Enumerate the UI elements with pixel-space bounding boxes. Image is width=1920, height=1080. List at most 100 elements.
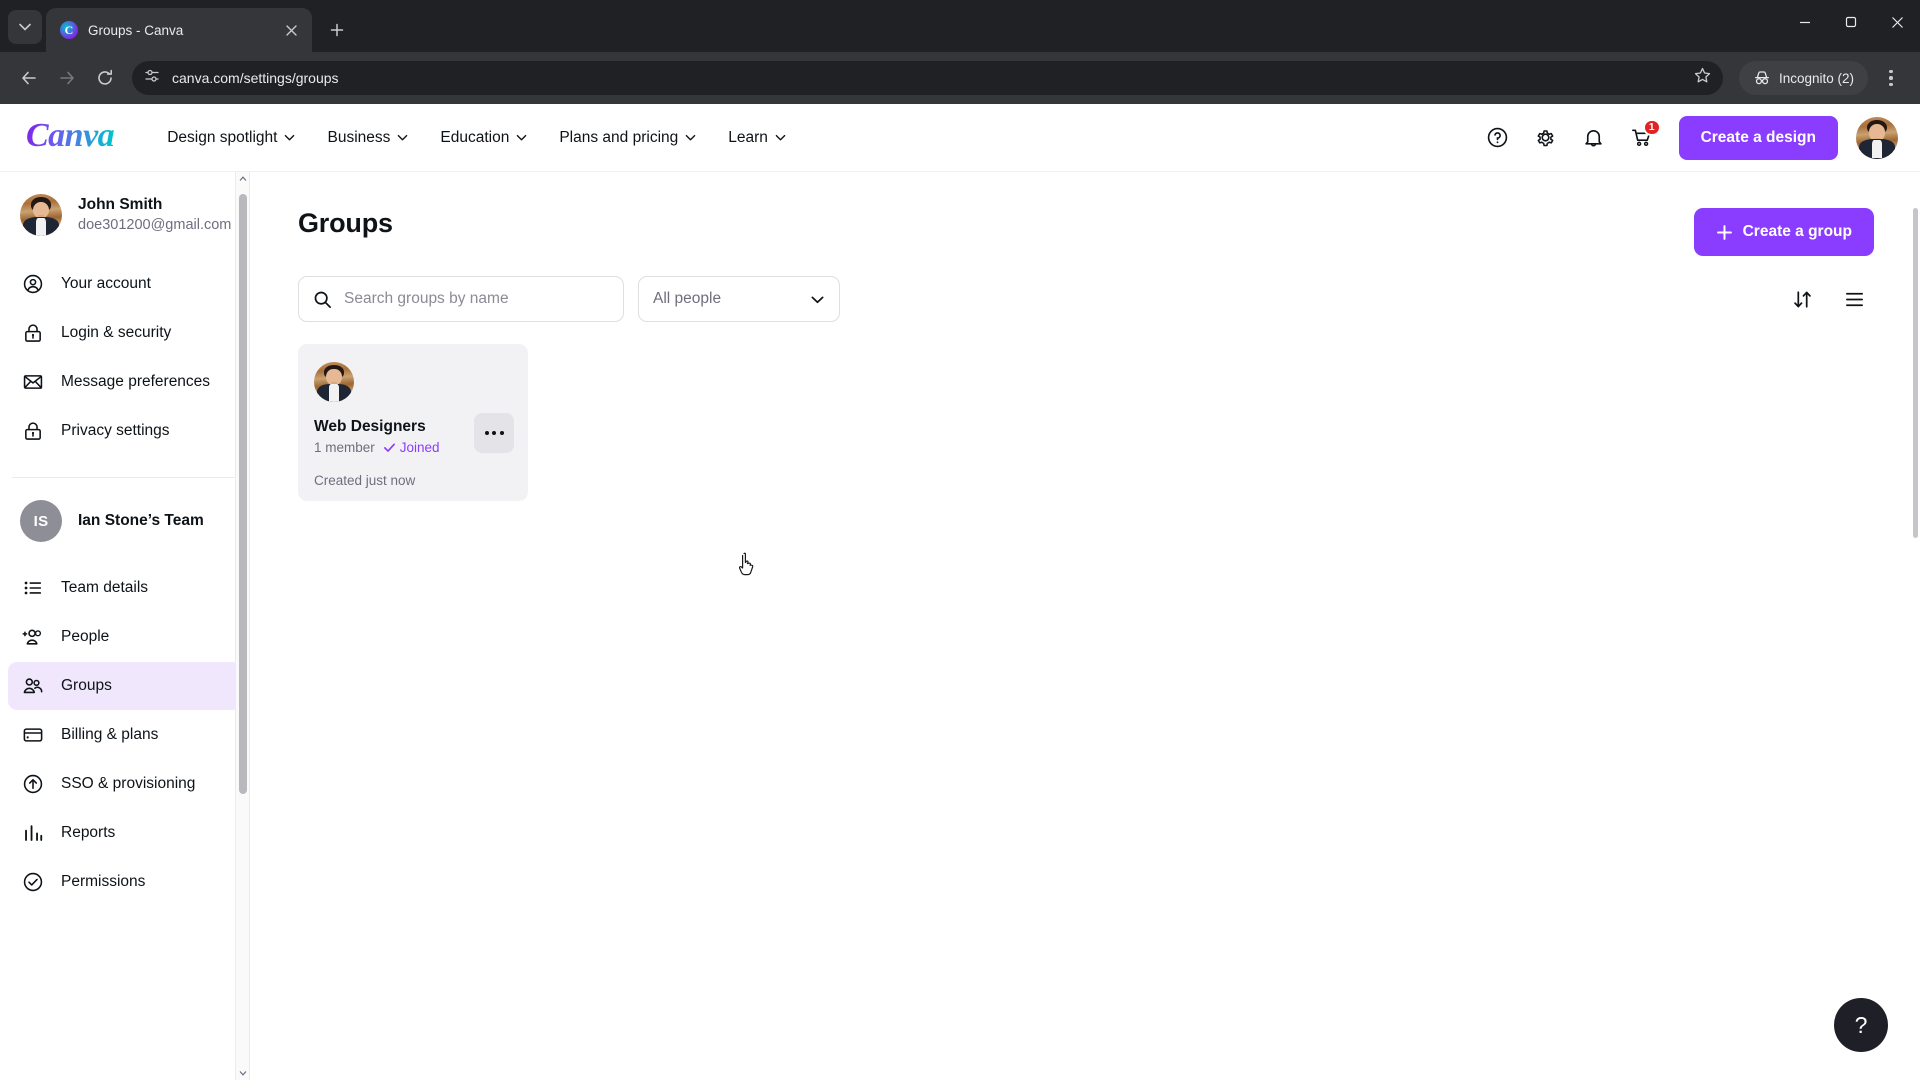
nav-item-learn[interactable]: Learn <box>715 120 799 156</box>
bookmark-button[interactable] <box>1694 67 1711 89</box>
create-a-design-button[interactable]: Create a design <box>1678 115 1838 160</box>
dot <box>492 431 496 435</box>
team-name: Ian Stone’s Team <box>78 512 204 529</box>
sidebar-item-reports[interactable]: Reports <box>8 809 241 857</box>
list-icon <box>24 581 42 595</box>
forward-button[interactable] <box>50 61 84 95</box>
dot <box>484 431 489 435</box>
group-more-options-button[interactable] <box>474 413 514 453</box>
groups-icon <box>23 678 43 694</box>
incognito-label: Incognito (2) <box>1778 70 1854 86</box>
avatar-photo <box>20 194 62 236</box>
help-button[interactable] <box>1477 117 1519 159</box>
sidebar-item-label: Permissions <box>61 873 146 890</box>
address-bar[interactable]: canva.com/settings/groups <box>132 61 1723 95</box>
canva-logo[interactable]: Canva <box>26 117 115 159</box>
sort-button[interactable] <box>1782 279 1822 319</box>
sidebar-team-header[interactable]: IS Ian Stone’s Team <box>0 500 249 542</box>
sort-icon <box>1793 290 1811 308</box>
main-header: Groups Create a group <box>298 208 1874 256</box>
sidebar-item-sso-and-provisioning[interactable]: SSO & provisioning <box>8 760 241 808</box>
bar-chart-icon <box>25 825 43 841</box>
header-actions: 1 Create a design <box>1477 115 1898 160</box>
personal-settings-list: Your account Login & security Message pr… <box>0 260 249 455</box>
search-groups-box[interactable] <box>298 276 624 322</box>
close-icon <box>1891 16 1903 28</box>
cart-button[interactable]: 1 <box>1621 117 1663 159</box>
team-avatar: IS <box>20 500 62 542</box>
close-icon <box>285 24 297 36</box>
sidebar-item-permissions[interactable]: Permissions <box>8 858 241 906</box>
sidebar-item-billing-and-plans[interactable]: Billing & plans <box>8 711 241 759</box>
tab-title: Groups - Canva <box>88 22 184 38</box>
user-avatar[interactable] <box>1856 116 1898 159</box>
create-a-group-button[interactable]: Create a group <box>1693 208 1874 256</box>
sidebar-scroll-thumb[interactable] <box>239 194 247 794</box>
url-text: canva.com/settings/groups <box>172 70 339 86</box>
check-circle-icon <box>23 872 43 892</box>
sidebar-item-label: Team details <box>61 579 149 596</box>
nav-label: Business <box>327 128 391 146</box>
dot <box>499 431 504 435</box>
group-created-time: Created just now <box>314 473 416 488</box>
site-settings-icon[interactable] <box>144 68 160 89</box>
check-icon <box>383 443 395 452</box>
sidebar-profile[interactable]: John Smith doe301200@gmail.com <box>0 194 249 236</box>
back-arrow-icon <box>22 71 36 85</box>
group-avatar <box>314 362 354 402</box>
reload-button[interactable] <box>88 61 122 95</box>
scroll-down-arrow[interactable] <box>236 1066 249 1080</box>
maximize-button[interactable] <box>1828 0 1874 44</box>
page-scroll-thumb[interactable] <box>1913 208 1918 538</box>
back-button[interactable] <box>12 61 46 95</box>
list-view-button[interactable] <box>1834 279 1874 319</box>
nav-label: Design spotlight <box>167 128 278 146</box>
sidebar-item-groups[interactable]: Groups <box>8 662 241 710</box>
minimize-button[interactable] <box>1782 0 1828 44</box>
groups-main-content: Groups Create a group All people <box>250 172 1920 1080</box>
page-content: Canva Design spotlight Business Educatio… <box>0 104 1920 1080</box>
page-body: John Smith doe301200@gmail.com Your acco… <box>0 172 1920 1080</box>
card-icon <box>23 728 43 742</box>
sidebar-item-label: Billing & plans <box>61 726 159 743</box>
tab-close-button[interactable] <box>280 19 302 41</box>
nav-item-design-spotlight[interactable]: Design spotlight <box>154 120 308 156</box>
notifications-button[interactable] <box>1573 117 1615 159</box>
group-card[interactable]: Web Designers 1 member Joined Created ju… <box>298 344 528 501</box>
settings-sidebar: John Smith doe301200@gmail.com Your acco… <box>0 172 250 1080</box>
sidebar-item-team-details[interactable]: Team details <box>8 564 241 612</box>
tab-search-button[interactable] <box>8 10 42 44</box>
nav-item-plans-and-pricing[interactable]: Plans and pricing <box>546 120 709 156</box>
upload-circle-icon <box>23 774 43 794</box>
sidebar-scrollbar[interactable] <box>235 172 249 1080</box>
browser-tab[interactable]: C Groups - Canva <box>46 8 312 52</box>
forward-arrow-icon <box>60 71 74 85</box>
avatar-photo <box>1856 116 1898 159</box>
page-scrollbar[interactable] <box>1912 172 1920 1080</box>
settings-button[interactable] <box>1525 117 1567 159</box>
envelope-icon <box>23 375 43 389</box>
sidebar-item-privacy-settings[interactable]: Privacy settings <box>8 407 241 455</box>
incognito-indicator[interactable]: Incognito (2) <box>1738 61 1868 95</box>
sidebar-item-people[interactable]: People <box>8 613 241 661</box>
bell-icon <box>1585 129 1602 147</box>
nav-label: Education <box>440 128 510 146</box>
scroll-up-arrow[interactable] <box>236 172 249 186</box>
sidebar-item-your-account[interactable]: Your account <box>8 260 241 308</box>
sidebar-item-label: Groups <box>61 677 112 694</box>
sidebar-item-message-preferences[interactable]: Message preferences <box>8 358 241 406</box>
chevron-up-icon <box>239 176 247 181</box>
sidebar-item-login-and-security[interactable]: Login & security <box>8 309 241 357</box>
plus-icon <box>330 23 344 37</box>
search-input[interactable] <box>344 290 609 308</box>
nav-item-business[interactable]: Business <box>314 120 421 156</box>
close-window-button[interactable] <box>1874 0 1920 44</box>
new-tab-button[interactable] <box>320 13 354 47</box>
pointer-cursor-icon <box>738 552 754 576</box>
mouse-cursor <box>737 552 759 583</box>
nav-item-education[interactable]: Education <box>427 120 540 156</box>
people-filter-select[interactable]: All people <box>638 276 840 322</box>
chevron-down-icon <box>517 134 527 141</box>
browser-menu-button[interactable] <box>1874 61 1908 95</box>
help-floating-button[interactable]: ? <box>1834 998 1888 1052</box>
